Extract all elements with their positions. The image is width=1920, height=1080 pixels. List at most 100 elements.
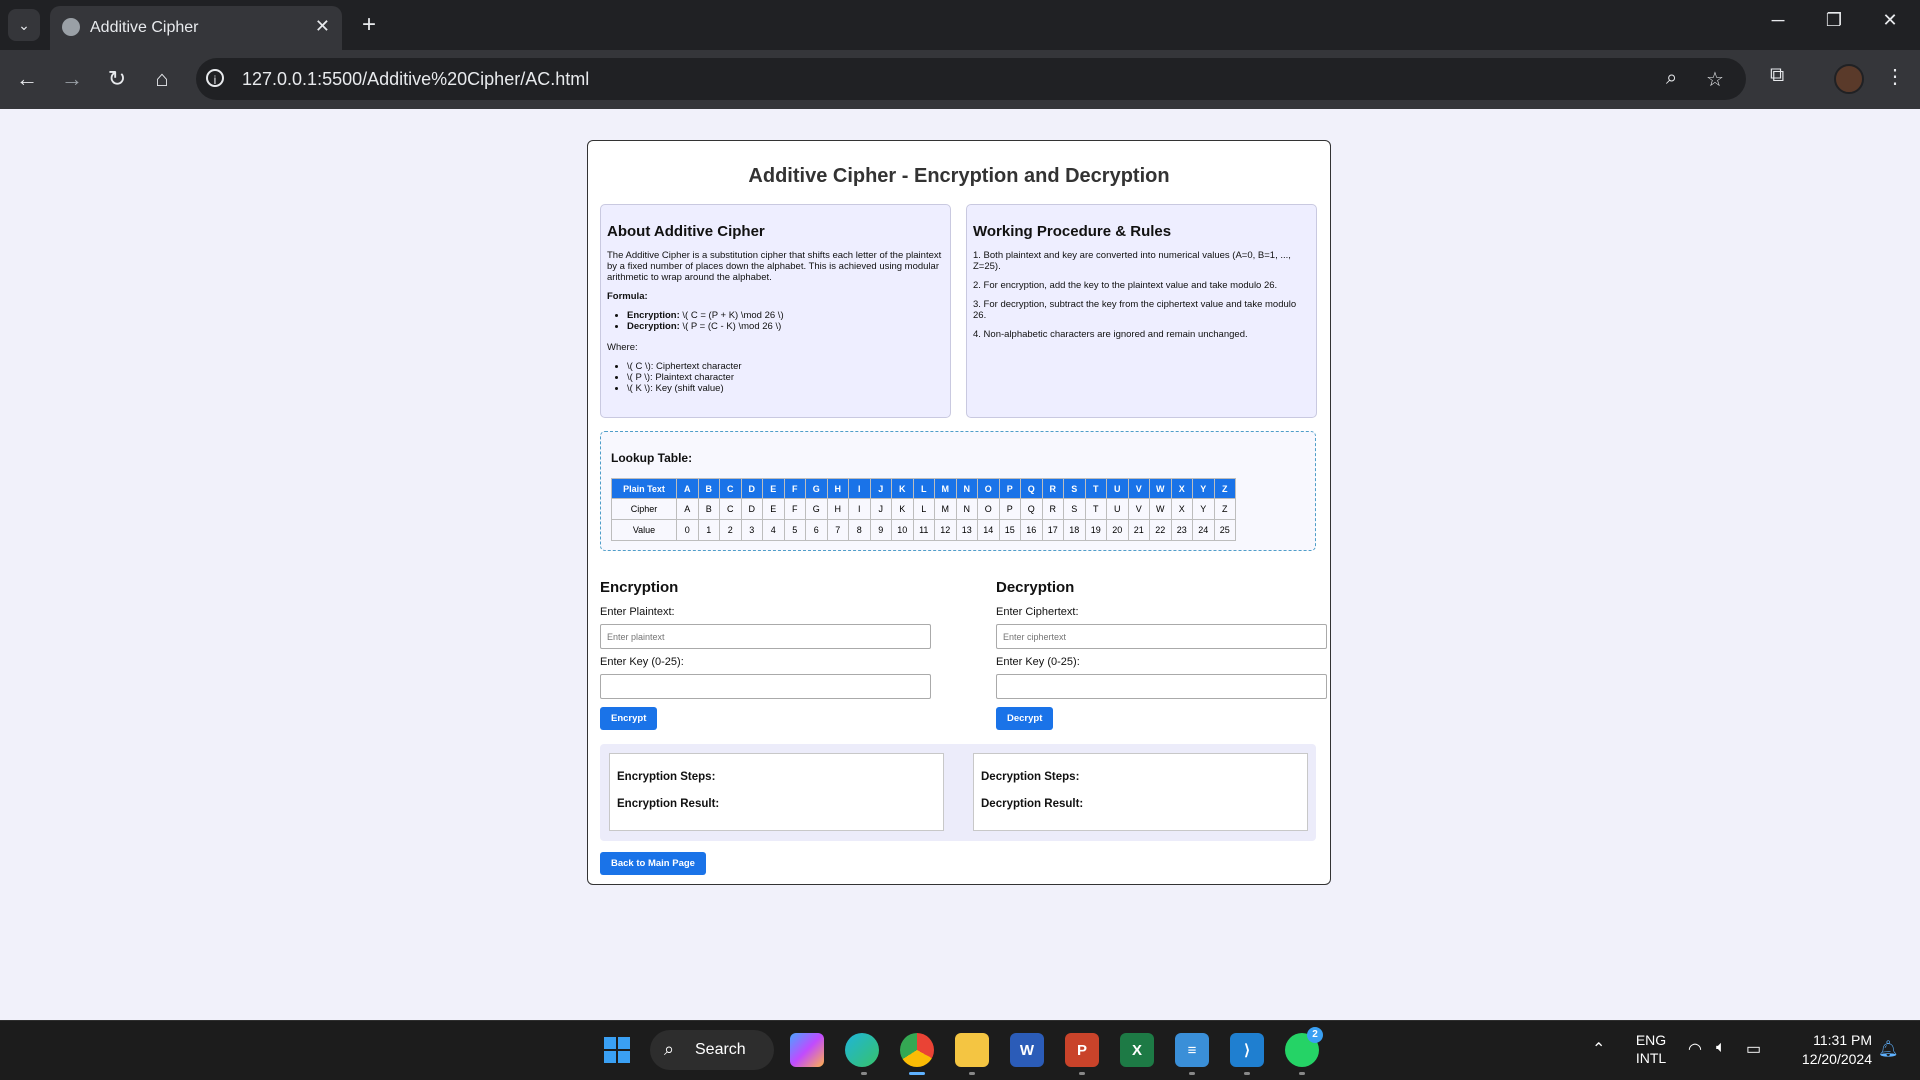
decrypt-button[interactable]: Decrypt xyxy=(996,707,1054,730)
value-cell: 7 xyxy=(826,519,849,541)
cipher-letter-cell: B xyxy=(697,498,720,520)
value-cell: 16 xyxy=(1020,519,1043,541)
plain-letter-cell: L xyxy=(912,478,935,499)
edge-browser-icon[interactable] xyxy=(845,1033,879,1067)
where-list: \( C \): Ciphertext character \( P \): P… xyxy=(601,361,950,394)
plain-letter-cell: Q xyxy=(1020,478,1043,499)
volume-icon[interactable]: 🔈︎ xyxy=(1716,1039,1726,1057)
file-explorer-icon[interactable] xyxy=(955,1033,989,1067)
plain-letter-cell: R xyxy=(1041,478,1064,499)
cipher-letter-cell: F xyxy=(783,498,806,520)
menu-kebab-icon[interactable]: ⋮ xyxy=(1885,64,1905,89)
procedure-step: 4. Non-alphabetic characters are ignored… xyxy=(973,329,1248,340)
notification-bell-icon[interactable]: 🔔︎ xyxy=(1878,1039,1898,1059)
plain-letter-cell: M xyxy=(934,478,957,499)
decryption-steps-label: Decryption Steps: xyxy=(981,771,1080,783)
running-indicator xyxy=(969,1072,975,1075)
address-url[interactable]: 127.0.0.1:5500/Additive%20Cipher/AC.html xyxy=(242,69,589,90)
cipher-letter-cell: P xyxy=(998,498,1021,520)
minimize-icon[interactable]: ─ xyxy=(1758,10,1798,31)
plain-letter-cell: Y xyxy=(1192,478,1215,499)
cipher-letter-cell: H xyxy=(826,498,849,520)
site-info-icon[interactable]: i xyxy=(206,69,224,87)
back-to-main-button[interactable]: Back to Main Page xyxy=(600,852,706,875)
start-windows-icon[interactable] xyxy=(600,1033,634,1067)
copilot-icon[interactable] xyxy=(790,1033,824,1067)
cipher-letter-cell: W xyxy=(1149,498,1172,520)
cipher-container: Additive Cipher - Encryption and Decrypt… xyxy=(587,140,1331,885)
table-row: Plain Text A B C D E F G H I J K L M N O P Q R S T U V W X Y Z xyxy=(611,478,1236,499)
language-indicator[interactable]: ENG INTL xyxy=(1628,1031,1674,1067)
encrypt-button[interactable]: Encrypt xyxy=(600,707,658,730)
plain-letter-cell: F xyxy=(783,478,806,499)
clock[interactable]: 11:31 PM 12/20/2024 xyxy=(1782,1031,1872,1069)
value-cell: 13 xyxy=(955,519,978,541)
zoom-icon[interactable]: ⌕ xyxy=(1666,67,1677,90)
formula-label: Formula: xyxy=(607,291,648,302)
battery-icon[interactable]: ▭ xyxy=(1746,1039,1761,1059)
value-cell: 22 xyxy=(1149,519,1172,541)
chevron-up-icon[interactable]: ⌃ xyxy=(1592,1039,1605,1059)
powerpoint-icon[interactable]: P xyxy=(1065,1033,1099,1067)
plain-letter-cell: T xyxy=(1084,478,1107,499)
word-icon[interactable]: W xyxy=(1010,1033,1044,1067)
forward-arrow-icon[interactable]: → xyxy=(57,64,87,94)
new-tab-button[interactable]: + xyxy=(354,10,384,40)
plain-letter-cell: A xyxy=(676,478,699,499)
value-cell: 12 xyxy=(934,519,957,541)
cipher-letter-cell: A xyxy=(676,498,699,520)
encryption-key-input[interactable] xyxy=(600,674,931,699)
notepad-icon[interactable]: ≡ xyxy=(1175,1033,1209,1067)
profile-avatar[interactable] xyxy=(1834,64,1864,94)
plain-letter-cell: O xyxy=(977,478,1000,499)
value-cell: 1 xyxy=(697,519,720,541)
procedure-step: 2. For encryption, add the key to the pl… xyxy=(973,280,1278,291)
formula-list: Encryption: \( C = (P + K) \mod 26 \) De… xyxy=(601,310,950,332)
whatsapp-icon[interactable]: 2 xyxy=(1285,1027,1323,1067)
home-icon[interactable]: ⌂ xyxy=(147,64,177,94)
close-window-icon[interactable]: ✕ xyxy=(1870,10,1910,31)
plain-letter-cell: B xyxy=(697,478,720,499)
address-bar[interactable]: i 127.0.0.1:5500/Additive%20Cipher/AC.ht… xyxy=(196,58,1746,100)
restore-icon[interactable]: ❐ xyxy=(1814,10,1854,31)
plaintext-input[interactable] xyxy=(600,624,931,649)
value-cell: 3 xyxy=(740,519,763,541)
encryption-steps-label: Encryption Steps: xyxy=(617,771,716,783)
value-cell: 2 xyxy=(719,519,742,541)
chrome-browser-icon[interactable] xyxy=(900,1033,934,1067)
plain-letter-cell: N xyxy=(955,478,978,499)
back-arrow-icon[interactable]: ← xyxy=(12,64,42,94)
cipher-letter-cell: K xyxy=(891,498,914,520)
procedure-heading: Working Procedure & Rules xyxy=(973,223,1172,240)
chevron-down-icon: ⌄ xyxy=(18,16,30,33)
taskbar-search[interactable]: ⌕ Search xyxy=(650,1030,774,1070)
value-cell: 9 xyxy=(869,519,892,541)
value-cell: 11 xyxy=(912,519,935,541)
results-section: Encryption Steps: Encryption Result: Dec… xyxy=(600,744,1316,841)
browser-tab[interactable]: Additive Cipher ✕ xyxy=(50,6,342,50)
plain-letter-cell: V xyxy=(1127,478,1150,499)
ciphertext-input[interactable] xyxy=(996,624,1327,649)
plaintext-label: Enter Plaintext: xyxy=(600,606,675,618)
wifi-icon[interactable]: ◠ xyxy=(1688,1039,1702,1059)
vscode-icon[interactable]: ⟩ xyxy=(1230,1033,1264,1067)
taskbar-search-label: Search xyxy=(695,1041,746,1058)
plain-letter-cell: G xyxy=(805,478,828,499)
about-description: The Additive Cipher is a substitution ci… xyxy=(607,250,942,283)
procedure-panel: Working Procedure & Rules 1. Both plaint… xyxy=(966,204,1317,418)
close-tab-icon[interactable]: ✕ xyxy=(315,16,330,37)
page-viewport: Additive Cipher - Encryption and Decrypt… xyxy=(0,109,1920,1020)
plain-letter-cell: C xyxy=(719,478,742,499)
excel-icon[interactable]: X xyxy=(1120,1033,1154,1067)
bookmark-star-icon[interactable]: ☆ xyxy=(1706,67,1724,92)
reload-icon[interactable]: ↻ xyxy=(102,64,132,94)
plain-letter-cell: K xyxy=(891,478,914,499)
plain-letter-cell: E xyxy=(762,478,785,499)
browser-tab-strip: ⌄ Additive Cipher ✕ + ─ ❐ ✕ xyxy=(0,0,1920,50)
plain-letter-cell: J xyxy=(869,478,892,499)
decryption-key-input[interactable] xyxy=(996,674,1327,699)
tab-search-button[interactable]: ⌄ xyxy=(8,9,40,41)
keyboard-layout: INTL xyxy=(1635,1050,1667,1066)
formula-expr: \( C = (P + K) \mod 26 \) xyxy=(682,310,784,321)
extensions-icon[interactable]: ⧉ xyxy=(1770,64,1784,87)
